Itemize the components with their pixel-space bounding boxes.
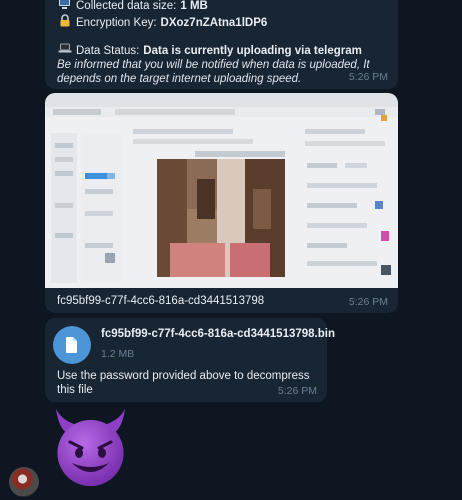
lock-icon [57, 14, 72, 31]
laptop-icon [57, 43, 72, 58]
file-name[interactable]: fc95bf99-c77f-4cc6-816a-cd3441513798.bin [101, 328, 335, 340]
collected-size-row: Collected data size: 1 MB [57, 0, 386, 14]
data-status-value: Data is currently uploading via telegram [143, 44, 362, 57]
chat-history: Collected data size: 1 MB Encryption Key… [0, 0, 462, 500]
message-bubble-image[interactable]: fc95bf99-c77f-4cc6-816a-cd3441513798 5:2… [45, 93, 398, 313]
data-status-row: Data Status: Data is currently uploading… [57, 43, 386, 58]
devil-emoji-icon[interactable] [48, 405, 133, 490]
data-status-label: Data Status: [76, 44, 140, 57]
message-timestamp: 5:26 PM [348, 71, 388, 83]
sender-avatar[interactable] [9, 467, 39, 497]
pixelated-photo[interactable] [45, 93, 398, 288]
encryption-key-label: Encryption Key: [76, 16, 157, 29]
document-icon[interactable] [53, 326, 91, 364]
encryption-key-row: Encryption Key: DXoz7nZAtna1lDP6 [57, 14, 386, 31]
message-bubble-file[interactable]: fc95bf99-c77f-4cc6-816a-cd3441513798.bin… [45, 318, 335, 402]
upload-note: Be informed that you will be notified wh… [57, 59, 370, 85]
file-size: 1.2 MB [101, 348, 135, 360]
collected-size-label: Collected data size: [76, 0, 177, 12]
encryption-key-value: DXoz7nZAtna1lDP6 [160, 16, 268, 29]
message-timestamp: 5:26 PM [348, 296, 388, 308]
collected-size-value: 1 MB [180, 0, 208, 12]
message-timestamp: 5:26 PM [277, 385, 317, 397]
computer-icon [57, 0, 72, 14]
message-bubble-info[interactable]: Collected data size: 1 MB Encryption Key… [45, 0, 398, 89]
image-caption: fc95bf99-c77f-4cc6-816a-cd3441513798 [57, 295, 265, 307]
